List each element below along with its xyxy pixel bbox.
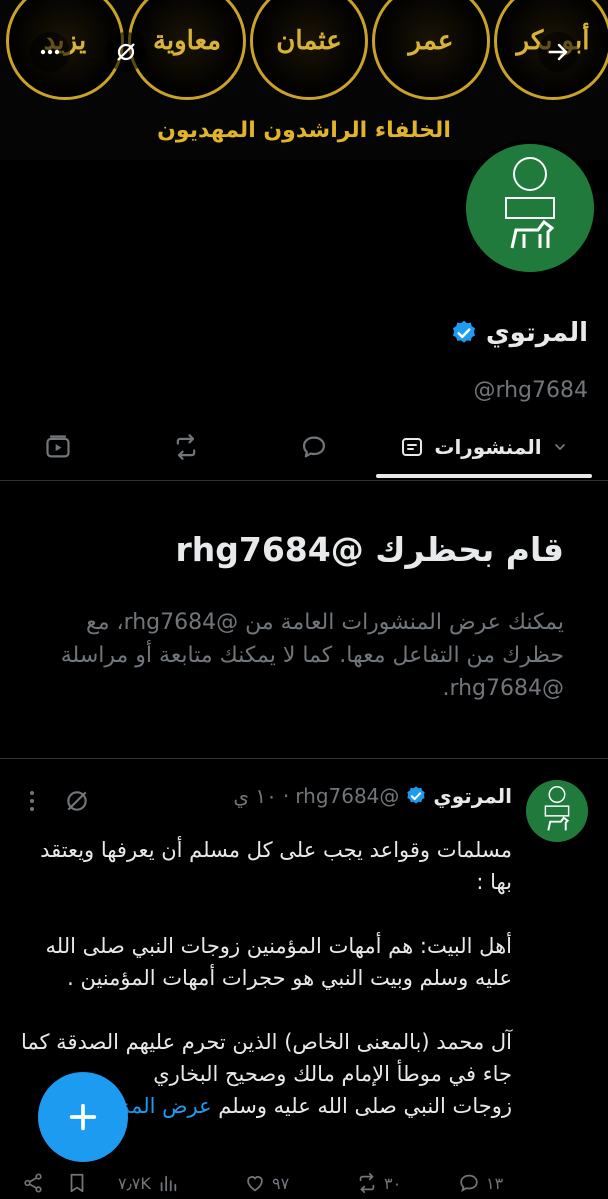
share-action[interactable] (22, 1172, 44, 1194)
profile-tabs: المنشورات (0, 414, 608, 481)
banner-medallion: عمر (372, 0, 490, 100)
heart-icon (247, 1176, 263, 1192)
tab-posts-label: المنشورات (434, 435, 542, 459)
view-count: ٧٫٧K (118, 1173, 151, 1193)
post-author-name[interactable]: المرتوي (433, 784, 512, 808)
more-vertical-icon (30, 791, 34, 811)
bell-off-icon (117, 43, 135, 61)
like-action[interactable]: ٩٧ (244, 1172, 289, 1194)
avatar-logo-icon (466, 144, 594, 272)
post-timestamp[interactable]: ١٠ ي (233, 784, 277, 808)
grok-button[interactable] (64, 788, 90, 814)
post-author-handle: @rhg7684 (295, 784, 400, 808)
repost-count: ٣٠ (384, 1173, 402, 1193)
repost-action[interactable]: ٣٠ (356, 1172, 401, 1194)
profile-name-row: المرتوي (450, 318, 588, 348)
more-horizontal-icon (40, 49, 60, 55)
profile-name: المرتوي (485, 318, 588, 348)
section-divider (0, 758, 608, 759)
bookmark-action[interactable] (66, 1172, 88, 1194)
repost-icon (176, 434, 196, 460)
post-separator: · (282, 784, 290, 808)
compose-button[interactable] (38, 1072, 128, 1162)
reply-count: ١٣ (486, 1173, 504, 1193)
more-options-button[interactable] (30, 32, 70, 72)
back-button[interactable] (538, 32, 578, 72)
profile-avatar[interactable] (462, 140, 598, 276)
media-icon (46, 435, 70, 458)
arrow-right-icon (548, 43, 568, 61)
verified-badge-icon[interactable] (450, 319, 478, 347)
reply-icon (460, 1174, 478, 1193)
blocked-title: قام بحظرك @rhg7684 (175, 530, 564, 569)
tab-active-indicator (376, 474, 592, 478)
avatar-logo-icon (526, 780, 588, 842)
profile-handle: @rhg7684 (473, 378, 588, 403)
tab-reposts[interactable] (134, 414, 238, 480)
verified-badge-icon[interactable] (405, 785, 427, 807)
post-avatar[interactable] (526, 780, 588, 842)
tab-posts[interactable]: المنشورات (376, 414, 592, 480)
plus-icon (69, 1103, 97, 1131)
grok-icon (67, 791, 87, 811)
profile-banner[interactable]: أبو بكر عمر عثمان معاوية يزيد الخلفاء ال… (0, 0, 608, 160)
share-icon (24, 1173, 42, 1193)
repost-icon (359, 1172, 375, 1194)
post-actions: ١٣ ٣٠ ٩٧ ٧٫٧K (0, 1168, 608, 1199)
notifications-off-button[interactable] (106, 32, 146, 72)
banner-medallion: عثمان (250, 0, 368, 100)
reply-icon (302, 436, 326, 458)
like-count: ٩٧ (272, 1173, 290, 1193)
posts-icon (402, 438, 423, 456)
blocked-description: يمكنك عرض المنشورات العامة من @rhg7684، … (60, 610, 564, 701)
views-action[interactable]: ٧٫٧K (118, 1172, 179, 1194)
bookmark-icon (70, 1173, 84, 1193)
post-more-button[interactable] (22, 788, 42, 814)
tab-media[interactable] (6, 414, 110, 480)
tab-replies[interactable] (262, 414, 366, 480)
banner-caption: الخلفاء الراشدون المهديون (157, 118, 451, 143)
analytics-icon (160, 1175, 177, 1192)
post-header: المرتوي @rhg7684 · ١٠ ي (233, 784, 512, 808)
chevron-down-icon (554, 444, 565, 451)
reply-action[interactable]: ١٣ (458, 1172, 503, 1194)
